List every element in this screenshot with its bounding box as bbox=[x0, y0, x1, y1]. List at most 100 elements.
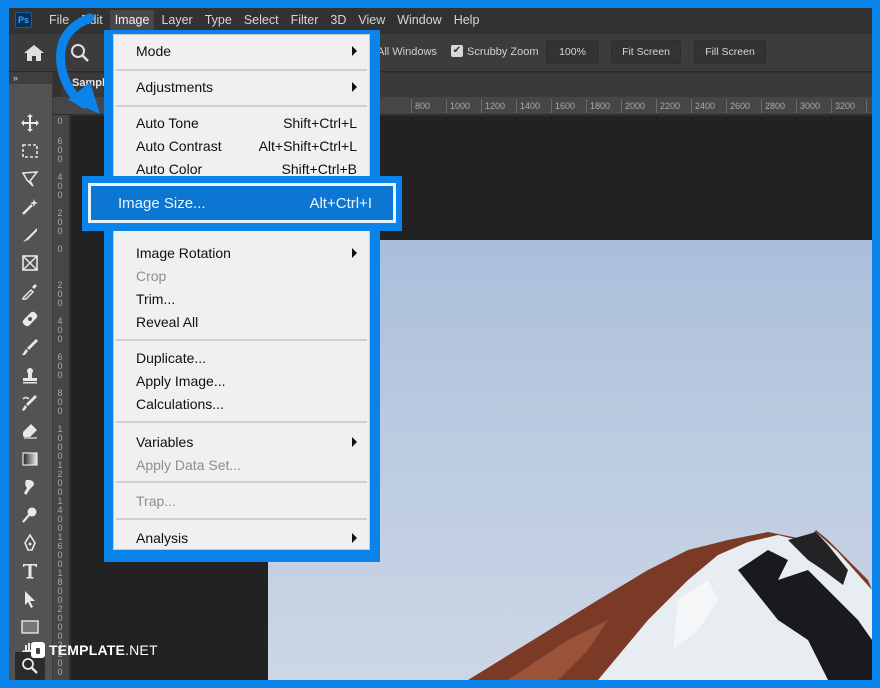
menu-filter[interactable]: Filter bbox=[286, 10, 324, 30]
menu-select[interactable]: Select bbox=[239, 10, 284, 30]
menu-separator bbox=[116, 105, 367, 107]
type-tool-icon[interactable] bbox=[18, 560, 42, 582]
ruler-label: 1400 bbox=[57, 496, 63, 533]
eraser-tool-icon[interactable] bbox=[18, 420, 42, 442]
menu-item-crop: Crop bbox=[136, 265, 357, 287]
menu-item-image-size[interactable]: Image Size... Alt+Ctrl+I bbox=[90, 186, 394, 220]
crop-tool-icon[interactable] bbox=[18, 224, 42, 246]
ruler-label: 1200 bbox=[485, 101, 506, 111]
menu-item-duplicate[interactable]: Duplicate... bbox=[136, 347, 357, 369]
move-tool-icon[interactable] bbox=[18, 112, 42, 134]
fit-screen-button[interactable]: Fit Screen bbox=[611, 40, 681, 64]
menu-separator bbox=[116, 421, 367, 423]
menu-item-calculations[interactable]: Calculations... bbox=[136, 393, 357, 415]
scrubby-zoom-checkbox[interactable]: ✔ bbox=[451, 45, 463, 57]
menu-layer[interactable]: Layer bbox=[156, 10, 197, 30]
image-size-label: Image Size... bbox=[118, 194, 206, 212]
ruler-label: 2400 bbox=[695, 101, 716, 111]
resize-all-windows-label[interactable]: All Windows bbox=[377, 46, 437, 58]
menu-item-apply-data-set: Apply Data Set... bbox=[136, 454, 357, 476]
ruler-label: 2600 bbox=[730, 101, 751, 111]
menu-item-mode[interactable]: Mode bbox=[136, 40, 357, 62]
healing-brush-tool-icon[interactable] bbox=[18, 308, 42, 330]
menu-item-label: Trim... bbox=[136, 291, 176, 307]
template-net-watermark: TEMPLATE .NET bbox=[31, 642, 158, 658]
menu-edit[interactable]: Edit bbox=[76, 10, 108, 30]
submenu-arrow-icon bbox=[352, 533, 357, 543]
menu-item-label: Image Rotation bbox=[136, 245, 231, 261]
marquee-tool-icon[interactable] bbox=[18, 140, 42, 162]
menu-item-shortcut: Alt+Shift+Ctrl+L bbox=[258, 138, 357, 154]
collapse-panel-button[interactable]: » bbox=[9, 72, 52, 84]
brush-tool-icon[interactable] bbox=[18, 336, 42, 358]
ruler-label: 2000 bbox=[625, 101, 646, 111]
menu-item-label: Auto Color bbox=[136, 161, 203, 177]
home-icon[interactable] bbox=[23, 44, 45, 62]
menu-item-label: Calculations... bbox=[136, 396, 224, 412]
watermark-suffix: .NET bbox=[125, 642, 158, 658]
menu-item-label: Trap... bbox=[136, 493, 176, 509]
menu-separator bbox=[116, 518, 367, 520]
lasso-tool-icon[interactable] bbox=[18, 168, 42, 190]
gradient-tool-icon[interactable] bbox=[18, 448, 42, 470]
menu-item-auto-tone[interactable]: Auto Tone Shift+Ctrl+L bbox=[136, 112, 357, 134]
ruler-label: 1200 bbox=[57, 460, 63, 497]
scrubby-zoom-label[interactable]: Scrubby Zoom bbox=[467, 46, 539, 58]
menu-item-label: Crop bbox=[136, 268, 167, 284]
menu-separator bbox=[116, 339, 367, 341]
fill-screen-button[interactable]: Fill Screen bbox=[694, 40, 766, 64]
ruler-label: 1000 bbox=[57, 424, 63, 461]
eyedropper-tool-icon[interactable] bbox=[18, 280, 42, 302]
menu-item-label: Apply Image... bbox=[136, 373, 226, 389]
menu-item-label: Auto Contrast bbox=[136, 138, 222, 154]
menu-item-reveal-all[interactable]: Reveal All bbox=[136, 311, 357, 333]
submenu-arrow-icon bbox=[352, 248, 357, 258]
menu-image[interactable]: Image bbox=[109, 10, 155, 30]
clone-stamp-tool-icon[interactable] bbox=[18, 364, 42, 386]
menu-item-image-rotation[interactable]: Image Rotation bbox=[136, 242, 357, 264]
smudge-tool-icon[interactable] bbox=[18, 476, 42, 498]
menu-item-label: Adjustments bbox=[136, 79, 214, 95]
menu-window[interactable]: Window bbox=[392, 10, 446, 30]
zoom-tool-preset-icon[interactable] bbox=[69, 42, 91, 64]
template-logo-icon bbox=[31, 642, 45, 658]
ruler-label: 0 bbox=[57, 116, 63, 126]
menu-item-label: Auto Tone bbox=[136, 115, 199, 131]
rectangle-tool-icon[interactable] bbox=[18, 616, 42, 638]
ruler-label: 1800 bbox=[57, 568, 63, 605]
ruler-label: 2200 bbox=[660, 101, 681, 111]
menu-type[interactable]: Type bbox=[200, 10, 237, 30]
menu-separator bbox=[116, 69, 367, 71]
path-selection-tool-icon[interactable] bbox=[18, 588, 42, 610]
magic-wand-tool-icon[interactable] bbox=[18, 196, 42, 218]
menu-item-auto-contrast[interactable]: Auto Contrast Alt+Shift+Ctrl+L bbox=[136, 135, 357, 157]
ruler-label: 1600 bbox=[57, 532, 63, 569]
menu-item-adjustments[interactable]: Adjustments bbox=[136, 76, 357, 98]
photoshop-logo-icon: Ps bbox=[15, 12, 32, 28]
menu-item-trim[interactable]: Trim... bbox=[136, 288, 357, 310]
menu-item-apply-image[interactable]: Apply Image... bbox=[136, 370, 357, 392]
ruler-label: 1800 bbox=[590, 101, 611, 111]
ruler-label: 200 bbox=[57, 280, 63, 308]
ruler-label: 0 bbox=[57, 244, 63, 254]
ruler-label: 3000 bbox=[800, 101, 821, 111]
dodge-tool-icon[interactable] bbox=[18, 504, 42, 526]
ruler-label: 400 bbox=[57, 316, 63, 344]
menu-item-variables[interactable]: Variables bbox=[136, 431, 357, 453]
image-menu-dropdown: Mode Adjustments Auto Tone Shift+Ctrl+L … bbox=[113, 34, 370, 550]
frame-tool-icon[interactable] bbox=[18, 252, 42, 274]
ruler-label: 800 bbox=[57, 388, 63, 416]
menu-help[interactable]: Help bbox=[449, 10, 485, 30]
menu-item-label: Reveal All bbox=[136, 314, 199, 330]
history-brush-tool-icon[interactable] bbox=[18, 392, 42, 414]
ruler-label: 400 bbox=[57, 172, 63, 200]
menu-view[interactable]: View bbox=[353, 10, 390, 30]
zoom-100-button[interactable]: 100% bbox=[546, 40, 599, 64]
menu-item-label: Analysis bbox=[136, 530, 189, 546]
pen-tool-icon[interactable] bbox=[18, 532, 42, 554]
ruler-label: 1600 bbox=[555, 101, 576, 111]
menu-3d[interactable]: 3D bbox=[325, 10, 351, 30]
vertical-ruler: 0 600 400 200 0 200 400 600 800 1000 120… bbox=[53, 115, 70, 680]
menu-item-analysis[interactable]: Analysis bbox=[136, 527, 357, 549]
menu-file[interactable]: File bbox=[44, 10, 74, 30]
